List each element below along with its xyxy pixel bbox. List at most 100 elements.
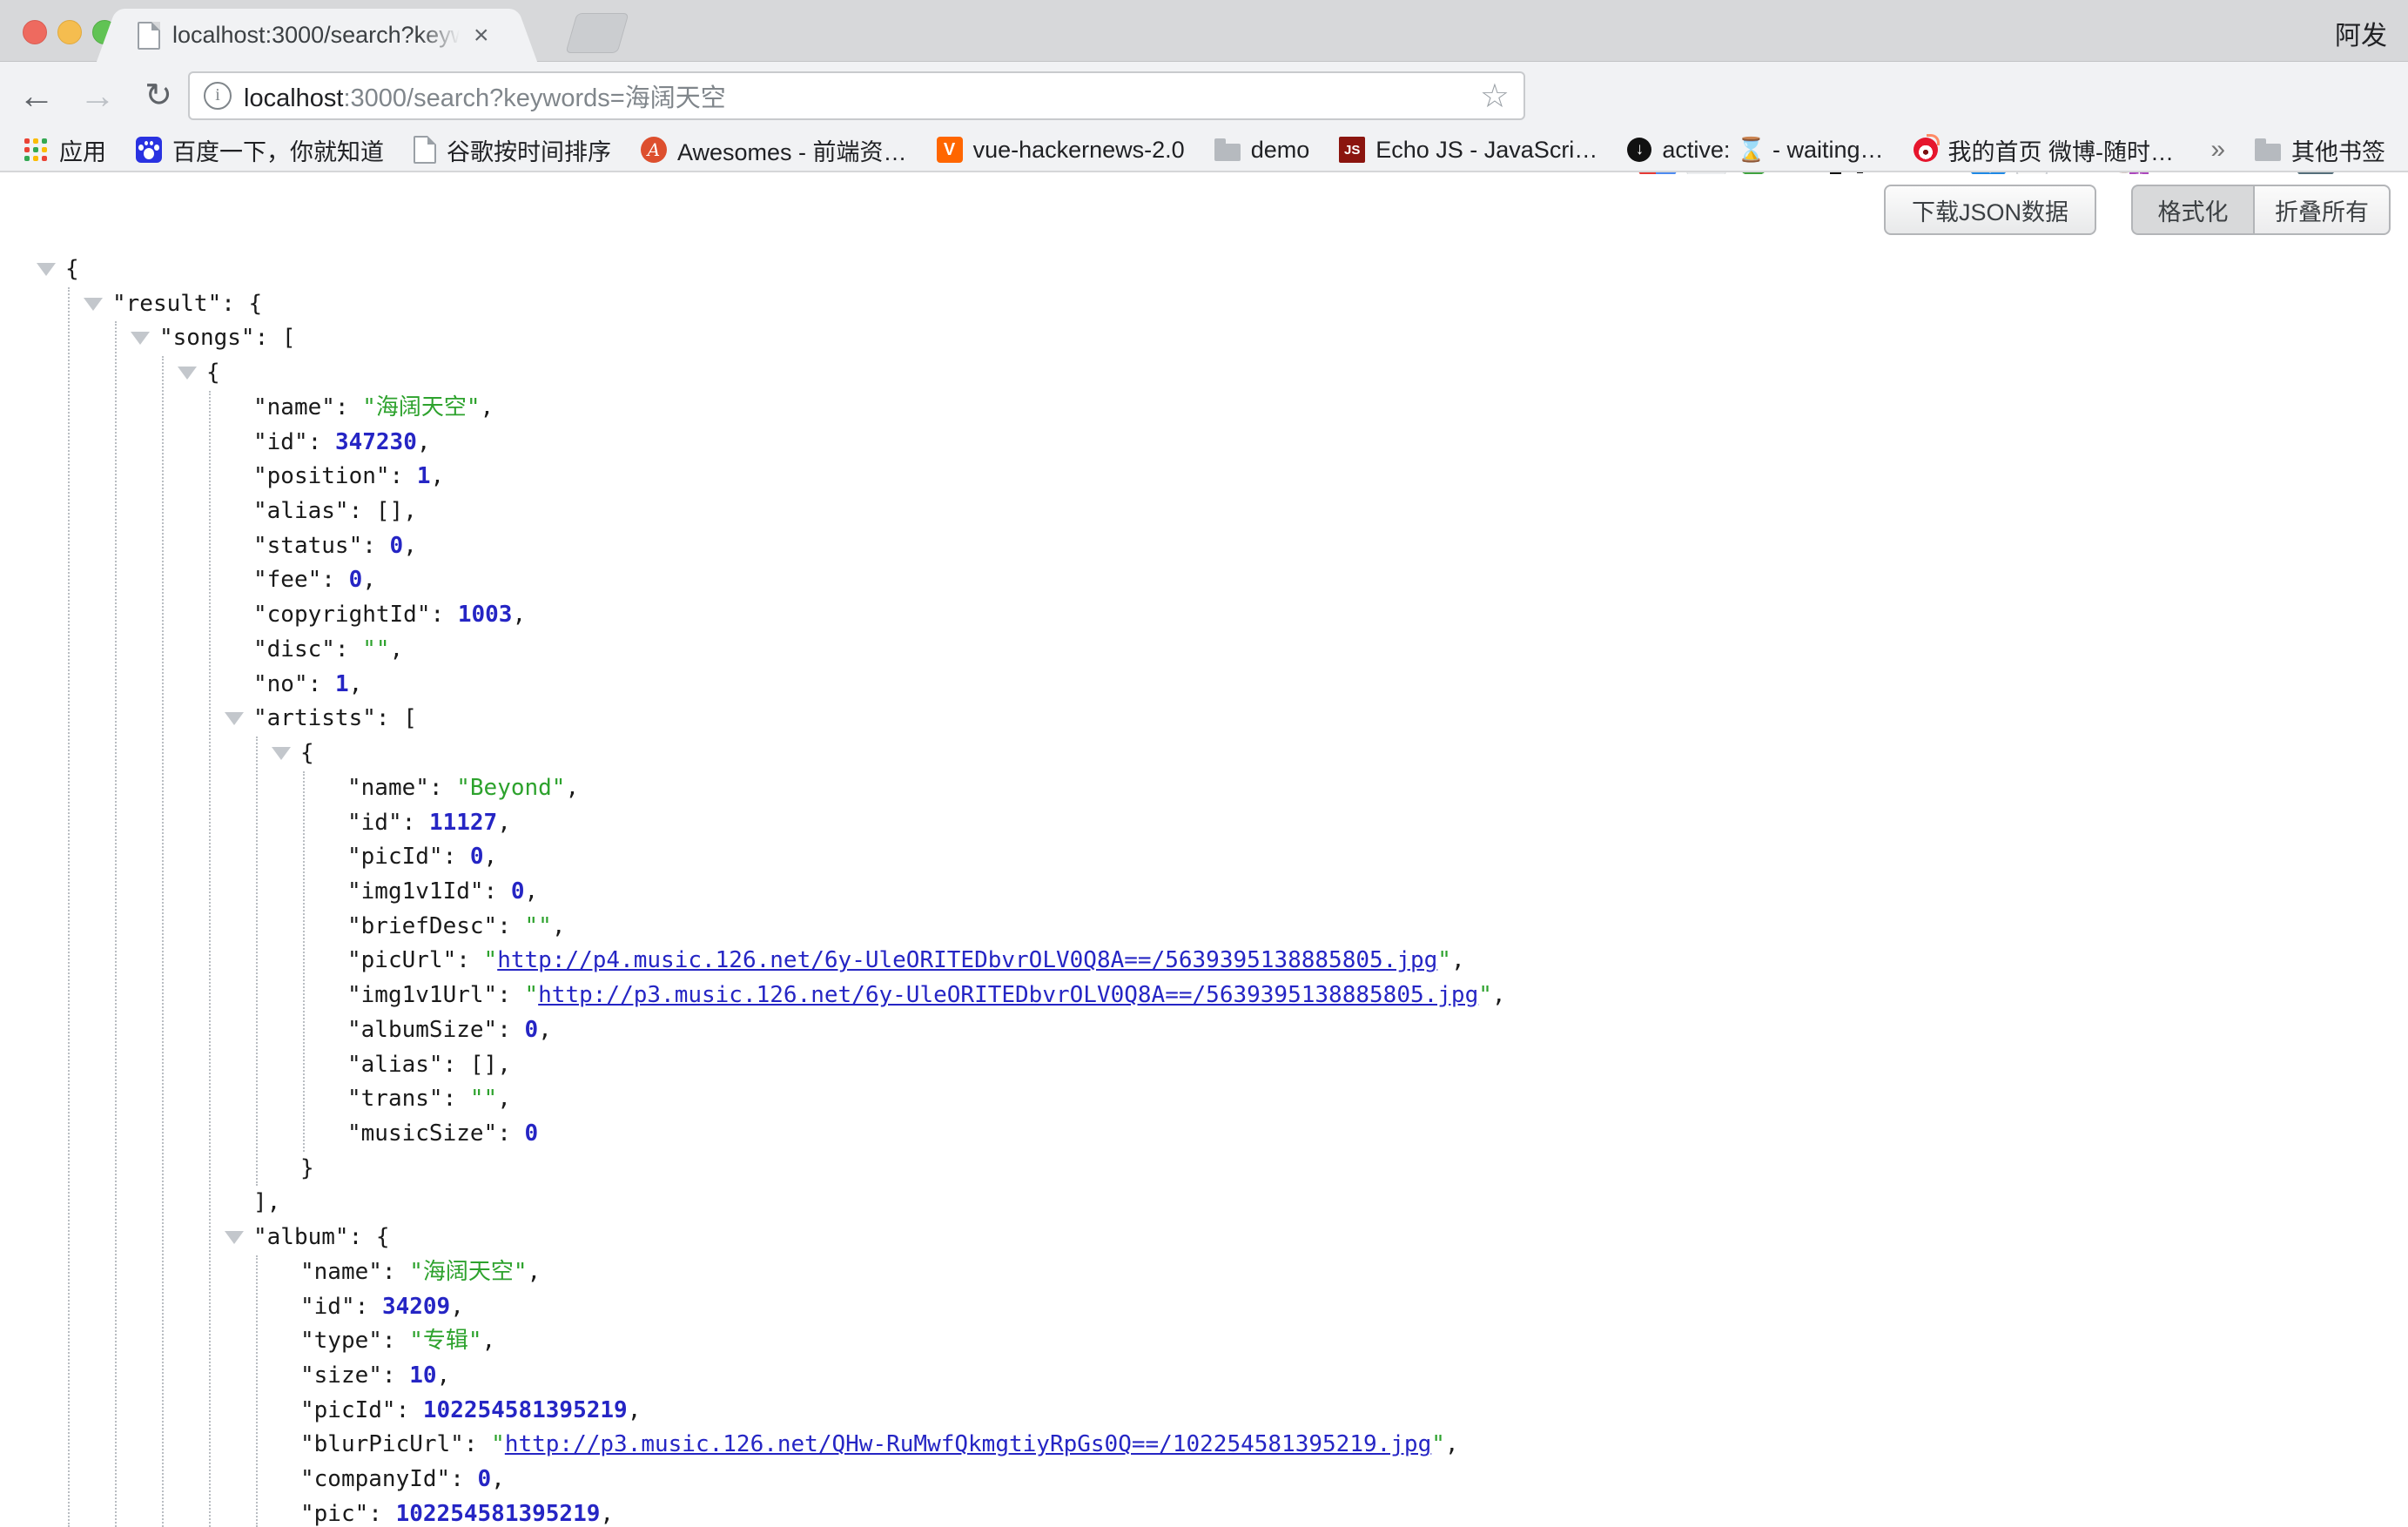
minimize-window-button[interactable]: [57, 20, 82, 44]
json-token: ": [1478, 982, 1492, 1008]
back-icon[interactable]: ←: [9, 62, 64, 129]
reload-icon[interactable]: ↻: [131, 62, 186, 129]
collapse-triangle-icon[interactable]: [225, 712, 244, 725]
collapse-triangle-icon[interactable]: [131, 332, 150, 345]
json-token: "trans": [347, 1086, 443, 1112]
json-row: "name": "海阔天空",: [0, 391, 2408, 426]
json-token: "blurPicUrl": [300, 1431, 464, 1457]
json-token: : {: [349, 1224, 390, 1250]
json-token: "alias": [347, 1052, 443, 1078]
collapse-triangle-icon[interactable]: [84, 298, 103, 311]
indent-guide: [68, 287, 70, 1527]
json-row: {: [0, 737, 2408, 771]
json-token: "专辑": [409, 1328, 481, 1354]
download-json-button[interactable]: 下载JSON数据: [1884, 185, 2096, 235]
profile-name[interactable]: 阿发: [2335, 14, 2387, 52]
folder-icon: [1214, 144, 1241, 161]
json-token: :: [368, 1501, 395, 1527]
json-token: : [],: [349, 498, 417, 524]
collapse-triangle-icon[interactable]: [225, 1231, 244, 1244]
bookmarks-overflow-chevron-icon[interactable]: »: [2210, 135, 2225, 165]
json-row: "blurPicUrl": "http://p3.music.126.net/Q…: [0, 1428, 2408, 1463]
bookmark-label: 谷歌按时间排序: [447, 133, 611, 167]
page-content: 下载JSON数据 格式化 折叠所有 {"result": {"songs": […: [0, 174, 2408, 1527]
awesomes-glyph: A: [648, 139, 660, 160]
json-row: "alias": [],: [0, 494, 2408, 529]
json-token: "briefDesc": [347, 913, 497, 939]
bookmark-item-vuehn[interactable]: Vvue-hackernews-2.0: [937, 137, 1185, 164]
bookmark-item-echojs[interactable]: JSEcho JS - JavaScri…: [1339, 137, 1597, 164]
json-token: "海阔天空": [409, 1259, 527, 1285]
json-token: 1: [417, 463, 431, 489]
collapse-triangle-icon[interactable]: [178, 367, 197, 380]
page-info-icon[interactable]: [204, 82, 232, 110]
json-token: :: [497, 1017, 524, 1043]
new-tab-button[interactable]: [565, 13, 629, 53]
json-token: ,: [512, 602, 526, 628]
json-token: ,: [565, 775, 579, 801]
json-token: 0: [511, 878, 525, 905]
json-row: "pic": 102254581395219,: [0, 1497, 2408, 1527]
url-path: :3000/search?keywords=海阔天空: [343, 84, 725, 112]
json-token: "songs": [159, 325, 255, 351]
tab-close-icon[interactable]: ×: [474, 23, 489, 49]
browser-tab[interactable]: localhost:3000/search?keywor ×: [127, 9, 507, 62]
baidu-icon: [136, 137, 162, 163]
other-bookmarks-folder[interactable]: 其他书签: [2255, 133, 2385, 167]
json-token: :: [450, 1466, 477, 1492]
json-link[interactable]: http://p3.music.126.net/QHw-RuMwfQkmgtiy…: [505, 1431, 1431, 1457]
json-row: "copyrightId": 1003,: [0, 598, 2408, 633]
view-mode-group: 格式化 折叠所有: [2131, 185, 2391, 235]
json-token: "picId": [300, 1397, 396, 1423]
format-button[interactable]: 格式化: [2131, 185, 2253, 235]
collapse-all-button[interactable]: 折叠所有: [2253, 185, 2391, 235]
json-token: :: [382, 1328, 409, 1354]
json-token: "id": [347, 810, 402, 836]
bookmark-item-awesomes[interactable]: AAwesomes - 前端资…: [641, 133, 907, 167]
json-token: "type": [300, 1328, 382, 1354]
json-token: "alias": [253, 498, 349, 524]
json-token: "status": [253, 533, 362, 559]
json-token: ": [491, 1431, 505, 1457]
json-token: ,: [497, 810, 511, 836]
json-token: ,: [417, 429, 431, 455]
json-token: "artists": [253, 705, 376, 731]
other-bookmarks-label: 其他书签: [2291, 133, 2385, 167]
bookmark-item-folder[interactable]: demo: [1214, 137, 1310, 164]
json-token: "disc": [253, 636, 335, 663]
collapse-triangle-icon[interactable]: [37, 263, 56, 276]
bookmark-item-active[interactable]: ↓active: ⌛ - waiting…: [1627, 136, 1883, 164]
bookmark-item-doc[interactable]: 谷歌按时间排序: [414, 133, 611, 167]
json-token: 1003: [458, 602, 513, 628]
indent-guide: [256, 1255, 258, 1527]
json-token: ": [525, 982, 539, 1008]
json-token: :: [308, 671, 335, 697]
collapse-triangle-icon[interactable]: [272, 747, 291, 760]
json-token: ,: [481, 394, 494, 420]
json-token: ,: [437, 1362, 451, 1389]
json-link[interactable]: http://p3.music.126.net/6y-UleORITEDbvrO…: [538, 982, 1478, 1008]
json-link[interactable]: http://p4.music.126.net/6y-UleORITEDbvrO…: [497, 947, 1437, 973]
json-token: "": [525, 913, 552, 939]
json-token: ,: [1451, 947, 1465, 973]
bookmark-item-weibo[interactable]: 我的首页 微博-随时…: [1914, 133, 2175, 167]
json-token: ,: [1445, 1431, 1459, 1457]
address-bar[interactable]: localhost:3000/search?keywords=海阔天空 ☆: [188, 71, 1525, 120]
bookmark-label: 我的首页 微博-随时…: [1948, 133, 2175, 167]
json-token: :: [382, 1259, 409, 1285]
json-token: ,: [1492, 982, 1506, 1008]
bookmark-item-apps[interactable]: 应用: [23, 133, 106, 167]
url-text[interactable]: localhost:3000/search?keywords=海阔天空: [244, 77, 1466, 114]
json-token: :: [429, 775, 456, 801]
json-token: "img1v1Url": [347, 982, 497, 1008]
json-row: "disc": "",: [0, 633, 2408, 668]
json-token: "picUrl": [347, 947, 456, 973]
json-token: }: [300, 1155, 314, 1181]
json-token: :: [321, 567, 348, 593]
json-token: "album": [253, 1224, 349, 1250]
bookmark-item-baidu[interactable]: 百度一下，你就知道: [136, 133, 384, 167]
close-window-button[interactable]: [23, 20, 47, 44]
json-token: ,: [450, 1294, 464, 1320]
bookmark-star-icon[interactable]: ☆: [1480, 77, 1510, 116]
json-token: "id": [253, 429, 308, 455]
